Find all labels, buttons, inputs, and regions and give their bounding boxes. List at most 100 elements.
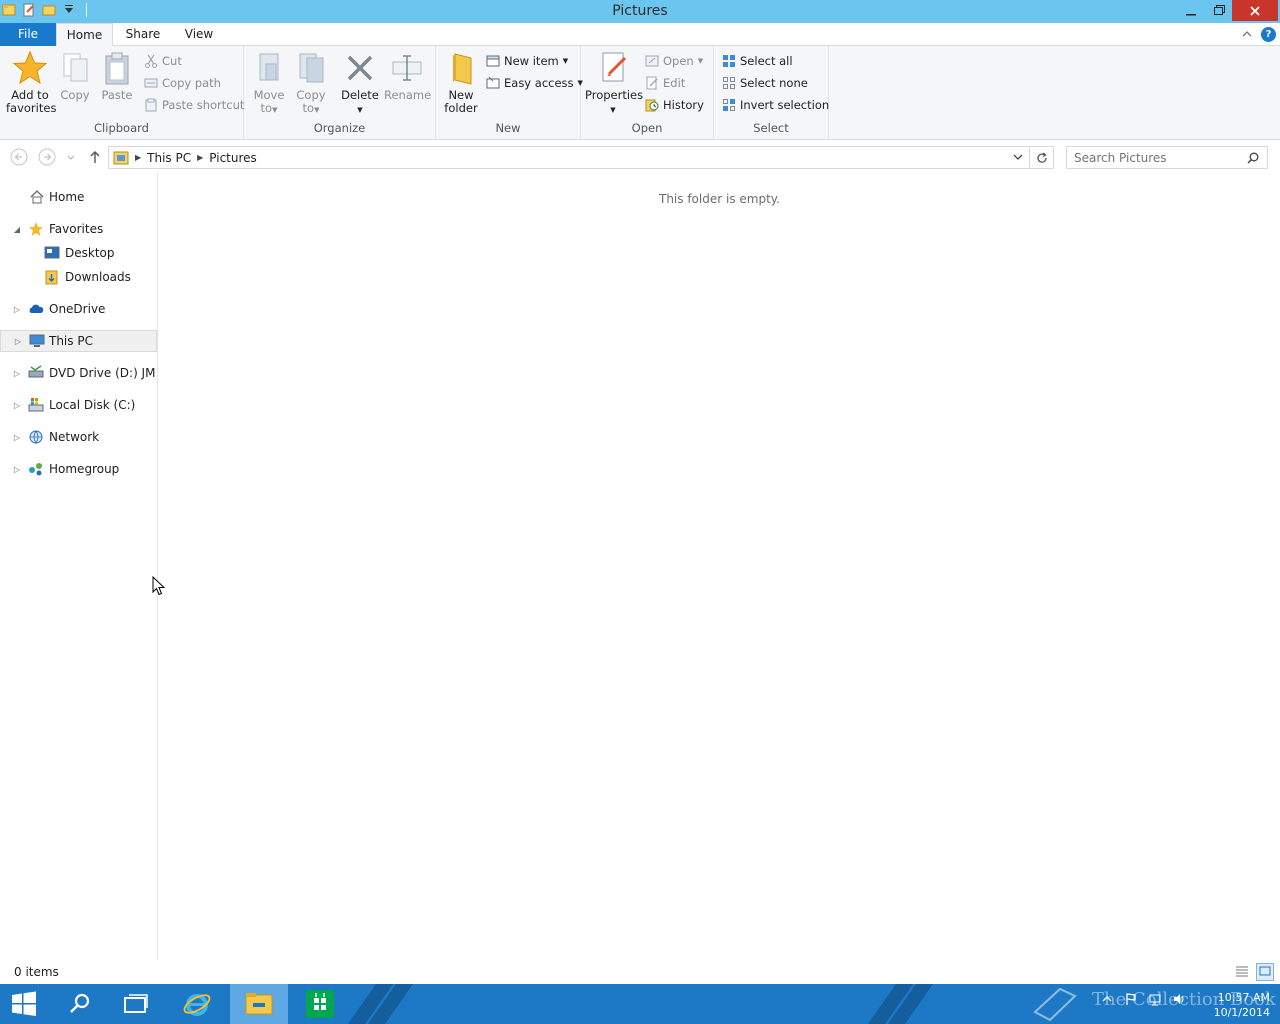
chevron-right-icon[interactable]: ▶ [197,153,203,162]
properties-icon[interactable] [22,3,36,17]
homegroup-icon [29,463,42,476]
store-button[interactable] [294,984,346,1024]
quick-access-toolbar [2,3,87,17]
clock[interactable]: 10:57 AM 10/1/2014 [1198,990,1270,1020]
restore-button[interactable] [1206,0,1232,21]
address-bar[interactable]: ▶ This PC ▶ Pictures [108,146,1030,169]
dropdown-arrow-icon: ▼ [272,106,278,114]
nav-item-homegroup[interactable]: ▷ Homegroup [0,458,157,480]
copy-to-button[interactable]: Copy to▼ [294,50,328,117]
tab-file[interactable]: File [0,23,56,46]
select-all-button[interactable]: Select all [722,51,793,71]
address-row: ▶ This PC ▶ Pictures [0,141,1280,173]
select-none-button[interactable]: Select none [722,73,808,93]
tab-home[interactable]: Home [56,23,113,47]
task-view-button[interactable] [114,984,158,1024]
internet-explorer-button[interactable] [172,984,222,1024]
minimize-button[interactable] [1176,0,1206,21]
add-to-favorites-button[interactable]: Add to favorites [6,50,56,115]
chevron-up-icon[interactable] [1240,27,1254,41]
expand-arrow-icon[interactable]: ▷ [13,337,23,346]
navigation-pane: Home ◢ Favorites Desktop Downloads ▷ One… [0,173,158,960]
expand-arrow-icon[interactable]: ▷ [12,305,22,314]
action-center-flag-icon[interactable] [1124,992,1138,1006]
invert-selection-button[interactable]: Invert selection [722,95,829,115]
expand-arrow-icon[interactable]: ▷ [12,433,22,442]
network-status-icon[interactable] [1148,992,1162,1006]
breadcrumb-pictures[interactable]: Pictures [209,151,257,165]
customize-toolbar-icon[interactable] [62,3,76,17]
collapse-arrow-icon[interactable]: ◢ [12,225,22,234]
nav-item-onedrive[interactable]: ▷ OneDrive [0,298,157,320]
invert-selection-label: Invert selection [740,98,830,112]
close-button[interactable] [1232,0,1278,21]
nav-item-local-disk[interactable]: ▷ Local Disk (C:) [0,394,157,416]
new-folder-button[interactable]: New folder [442,50,480,115]
recent-locations-icon[interactable] [64,148,78,166]
delete-button[interactable]: Delete ▼ [340,50,380,117]
new-item-label: New item [504,54,559,68]
back-arrow-icon[interactable] [10,148,28,166]
paste-button[interactable]: Paste [98,50,136,102]
file-explorer-button[interactable] [230,984,288,1024]
refresh-button[interactable] [1030,146,1054,169]
store-icon [306,990,334,1018]
pictures-folder-icon [113,151,129,164]
show-hidden-icons-icon[interactable] [1100,992,1114,1006]
large-icons-view-button[interactable] [1256,963,1274,981]
rename-button[interactable]: Rename [384,50,431,102]
search-taskbar-button[interactable] [58,984,102,1024]
volume-icon[interactable] [1172,992,1186,1006]
nav-item-this-pc[interactable]: ▷ This PC [0,330,157,352]
properties-button[interactable]: Properties ▼ [585,50,643,117]
task-view-icon [124,994,148,1013]
open-button[interactable]: Open ▼ [645,51,703,71]
up-arrow-icon[interactable] [86,148,104,166]
chevron-right-icon[interactable]: ▶ [135,153,141,162]
nav-label-favorites: Favorites [49,222,104,236]
search-box[interactable] [1066,146,1268,169]
nav-item-favorites[interactable]: ◢ Favorites [0,218,157,240]
breadcrumb-this-pc[interactable]: This PC [147,151,191,165]
move-to-button[interactable]: Move to▼ [252,50,286,117]
expand-arrow-icon[interactable]: ▷ [12,465,22,474]
address-history-dropdown-icon[interactable] [1013,152,1023,162]
open-label: Open [663,54,694,68]
expand-arrow-icon[interactable]: ▷ [12,369,22,378]
home-icon [30,190,44,204]
expand-arrow-icon[interactable]: ▷ [12,401,22,410]
nav-item-desktop[interactable]: Desktop [0,242,157,264]
nav-item-home[interactable]: Home [0,186,157,208]
new-group: New folder New item ▼ Easy access ▼ New [436,46,583,138]
new-folder-label: New folder [444,88,478,115]
nav-item-dvd-drive[interactable]: ▷ DVD Drive (D:) JM1_C [0,362,157,384]
tab-view[interactable]: View [176,23,222,46]
easy-access-button[interactable]: Easy access ▼ [486,73,583,93]
tab-share[interactable]: Share [118,23,168,46]
nav-item-network[interactable]: ▷ Network [0,426,157,448]
file-list-area[interactable]: This folder is empty. [159,173,1280,960]
window-title: Pictures [612,3,668,19]
details-view-icon[interactable] [1234,964,1250,980]
cut-button[interactable]: Cut [144,51,182,71]
close-icon [1250,5,1260,16]
select-none-icon [723,77,735,89]
new-folder-icon[interactable] [42,3,56,17]
copy-button[interactable]: Copy [58,50,92,102]
paste-shortcut-button[interactable]: Paste shortcut [144,95,244,115]
copy-path-button[interactable]: Copy path [144,73,221,93]
start-button[interactable] [0,984,48,1024]
nav-item-downloads[interactable]: Downloads [0,266,157,288]
edit-button[interactable]: Edit [645,73,685,93]
folder-app-icon[interactable] [2,3,16,17]
nav-label-desktop: Desktop [65,246,115,260]
forward-arrow-icon[interactable] [38,148,56,166]
search-input[interactable] [1067,150,1237,165]
new-item-button[interactable]: New item ▼ [486,51,568,71]
nav-label-network: Network [49,430,100,444]
history-button[interactable]: History [645,95,704,115]
delete-label: Delete [341,88,379,102]
search-icon[interactable] [1247,152,1259,164]
clock-date: 10/1/2014 [1213,1006,1270,1019]
help-icon[interactable]: ? [1261,27,1276,42]
